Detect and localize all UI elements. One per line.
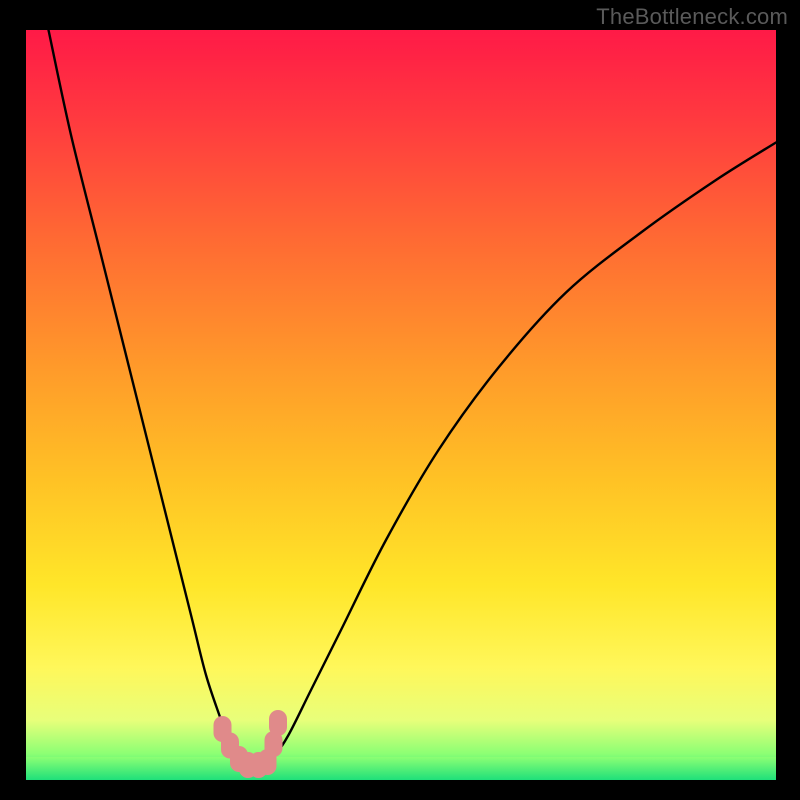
highlight-marker xyxy=(269,710,287,736)
green-base-band xyxy=(26,757,776,780)
bottleneck-chart xyxy=(0,0,800,800)
chart-stage: TheBottleneck.com xyxy=(0,0,800,800)
watermark-text: TheBottleneck.com xyxy=(596,4,788,30)
